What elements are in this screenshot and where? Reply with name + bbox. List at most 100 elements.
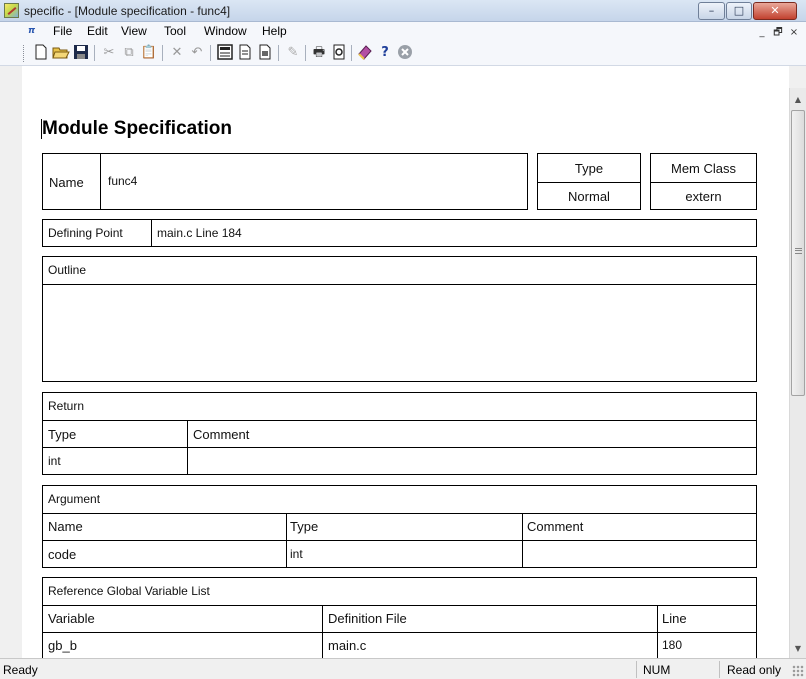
- mdi-restore-button[interactable]: 🗗: [771, 26, 785, 39]
- menu-bar: π File Edit View Tool Window Help _ 🗗 ×: [0, 22, 806, 41]
- argument-label: Argument: [48, 492, 101, 506]
- return-divider: [42, 420, 757, 421]
- type-value[interactable]: Normal: [537, 189, 641, 204]
- defining-point-value[interactable]: main.c Line 184: [157, 226, 242, 240]
- global-vars-header-variable: Variable: [48, 611, 95, 626]
- return-type-value[interactable]: int: [48, 454, 61, 468]
- vertical-scrollbar[interactable]: ▲ ▼: [789, 88, 806, 658]
- memclass-label: Mem Class: [670, 161, 736, 176]
- spec-view-icon[interactable]: [216, 44, 234, 62]
- global-vars-divider: [42, 605, 757, 606]
- scroll-down-arrow-icon[interactable]: ▼: [790, 640, 806, 657]
- global-vars-label: Reference Global Variable List: [48, 584, 210, 598]
- scroll-up-arrow-icon[interactable]: ▲: [790, 91, 806, 108]
- global-vars-header-definition-file: Definition File: [328, 611, 407, 626]
- undo-icon[interactable]: ↶: [188, 44, 206, 62]
- window-title: specific - [Module specification - func4…: [24, 4, 231, 18]
- argument-col-divider-2: [522, 513, 523, 568]
- toolbar-separator: [351, 45, 352, 61]
- menu-view[interactable]: View: [120, 24, 148, 39]
- name-label: Name: [49, 175, 84, 190]
- toolbar-separator: [210, 45, 211, 61]
- argument-box: [42, 485, 757, 568]
- scrollbar-thumb[interactable]: [791, 110, 805, 396]
- status-text: Ready: [3, 663, 38, 677]
- argument-divider: [42, 513, 757, 514]
- app-icon: [4, 3, 19, 18]
- menu-file[interactable]: File: [52, 24, 73, 39]
- menu-help[interactable]: Help: [261, 24, 288, 39]
- memclass-divider: [650, 182, 757, 183]
- type-divider: [537, 182, 641, 183]
- type-label: Type: [574, 161, 604, 176]
- outline-label: Outline: [48, 263, 87, 277]
- global-var-name[interactable]: gb_b: [48, 638, 77, 653]
- menu-tool[interactable]: Tool: [163, 24, 187, 39]
- title-bar: specific - [Module specification - func4…: [0, 0, 806, 22]
- global-vars-header-divider: [42, 632, 757, 633]
- argument-header-divider: [42, 540, 757, 541]
- open-folder-icon[interactable]: [52, 44, 70, 62]
- defining-point-box: [42, 219, 757, 247]
- defining-point-divider: [151, 219, 152, 247]
- global-vars-header-line: Line: [662, 611, 687, 626]
- return-header-divider: [42, 447, 757, 448]
- return-header-comment: Comment: [193, 427, 250, 442]
- toolbar-separator: [278, 45, 279, 61]
- document-top-margin: [22, 66, 789, 88]
- maximize-button[interactable]: □: [726, 2, 752, 20]
- delete-icon[interactable]: ✕: [168, 44, 186, 62]
- print-icon[interactable]: 🖶: [310, 44, 328, 62]
- name-divider: [100, 153, 101, 210]
- paste-icon[interactable]: 📋: [140, 44, 158, 62]
- read-only-indicator: Read only: [727, 663, 782, 677]
- close-button[interactable]: ✕: [753, 2, 797, 20]
- app-window: specific - [Module specification - func4…: [0, 0, 806, 679]
- document-alt-icon[interactable]: [256, 44, 274, 62]
- memclass-value[interactable]: extern: [650, 189, 757, 204]
- pencil-icon[interactable]: ✎: [284, 44, 302, 62]
- resize-grip-icon[interactable]: [792, 665, 804, 677]
- document-system-icon[interactable]: π: [28, 26, 40, 37]
- print-preview-icon[interactable]: [330, 44, 348, 62]
- book-icon[interactable]: [356, 44, 374, 62]
- menu-window[interactable]: Window: [203, 24, 248, 39]
- argument-col-divider-1: [286, 513, 287, 568]
- help-icon[interactable]: ?: [376, 44, 394, 62]
- status-bar: Ready NUM Read only: [0, 658, 806, 679]
- cut-icon[interactable]: ✂: [100, 44, 118, 62]
- argument-type-value[interactable]: int: [290, 547, 303, 561]
- name-value[interactable]: func4: [108, 174, 137, 188]
- stop-icon[interactable]: [396, 44, 414, 62]
- mdi-gutter: [0, 66, 22, 658]
- new-file-icon[interactable]: [32, 44, 50, 62]
- return-header-type: Type: [48, 427, 77, 442]
- outline-text-area[interactable]: [43, 285, 756, 381]
- return-col-divider: [187, 420, 188, 475]
- return-label: Return: [48, 399, 85, 413]
- status-pane-divider: [636, 661, 637, 678]
- save-icon[interactable]: [72, 44, 90, 62]
- minimize-button[interactable]: –: [698, 2, 725, 20]
- thumb-grip-icon: [795, 248, 802, 254]
- toolbar: ✂ ⧉ 📋 ✕ ↶ ✎ 🖶 ?: [0, 41, 806, 66]
- defining-point-label: Defining Point: [48, 226, 123, 240]
- global-var-definition-file[interactable]: main.c: [328, 638, 366, 653]
- menu-edit[interactable]: Edit: [86, 24, 109, 39]
- copy-icon[interactable]: ⧉: [120, 44, 138, 62]
- argument-header-comment: Comment: [527, 519, 584, 534]
- document-icon[interactable]: [236, 44, 254, 62]
- global-var-line[interactable]: 180: [662, 638, 682, 652]
- mdi-close-button[interactable]: ×: [787, 26, 801, 39]
- mdi-minimize-button[interactable]: _: [755, 26, 769, 39]
- toolbar-separator: [94, 45, 95, 61]
- toolbar-separator: [305, 45, 306, 61]
- argument-header-type: Type: [290, 519, 319, 534]
- return-box: [42, 392, 757, 475]
- num-lock-indicator: NUM: [643, 663, 671, 677]
- status-pane-divider: [719, 661, 720, 678]
- argument-header-name: Name: [48, 519, 83, 534]
- argument-name-value[interactable]: code: [48, 547, 76, 562]
- toolbar-grip[interactable]: [23, 45, 26, 62]
- toolbar-separator: [162, 45, 163, 61]
